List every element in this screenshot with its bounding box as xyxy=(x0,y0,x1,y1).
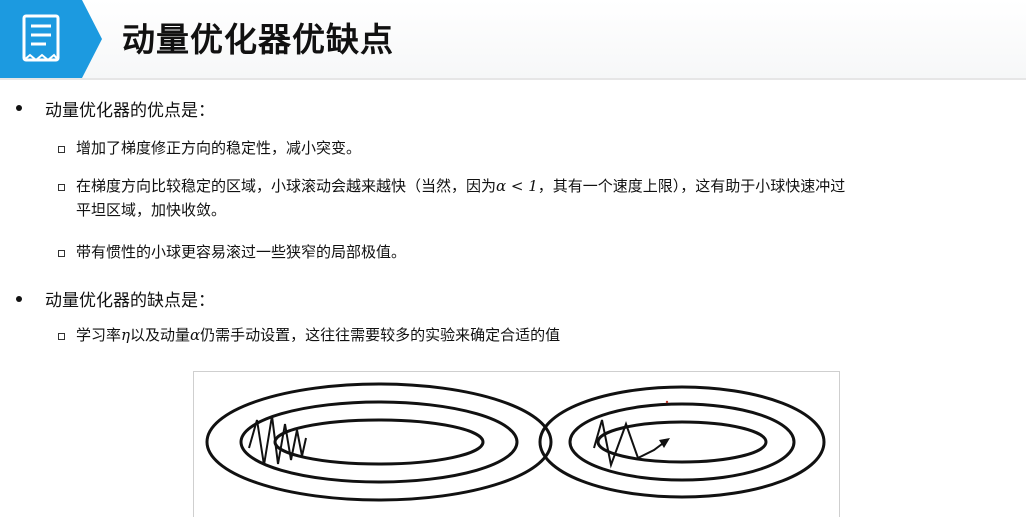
pros-item-1: 增加了梯度修正方向的稳定性，减小突变。 xyxy=(76,139,362,157)
cons-item-1-part3: 仍需手动设置，这往往需要较多的实验来确定合适的值 xyxy=(200,326,561,344)
document-list-icon xyxy=(0,0,102,78)
bullet-dot xyxy=(16,105,22,111)
zigzag-path-left xyxy=(248,415,307,466)
contour-diagram xyxy=(205,382,826,502)
square-bullet xyxy=(58,146,65,153)
pros-item-2-text-b: ，其有一个速度上限），这有助于小球快速冲过 xyxy=(537,177,846,195)
contour-ellipses-right xyxy=(538,385,826,499)
pros-item-2-text-a: 在梯度方向比较稳定的区域，小球滚动会越来越快（当然，因为 xyxy=(76,177,497,195)
pros-item-2-line2: 平坦区域，加快收敛。 xyxy=(76,201,227,219)
bullet-dot xyxy=(16,296,22,302)
arrow-head-icon xyxy=(659,438,670,448)
square-bullet xyxy=(58,250,65,257)
square-bullet xyxy=(58,333,65,340)
pros-heading: 动量优化器的优点是： xyxy=(45,101,215,121)
square-bullet xyxy=(58,184,65,191)
cons-item-1-math1: η xyxy=(121,326,131,344)
page-title: 动量优化器优缺点 xyxy=(122,20,394,59)
cons-item-1-math2: α xyxy=(190,326,201,344)
pros-item-2-math: α < 1 xyxy=(496,177,538,195)
pros-item-2: 在梯度方向比较稳定的区域，小球滚动会越来越快（当然，因为α < 1，其有一个速度… xyxy=(76,174,1006,222)
pros-item-3: 带有惯性的小球更容易滚过一些狭窄的局部极值。 xyxy=(76,243,407,261)
cons-item-1-part2: 以及动量 xyxy=(130,326,191,344)
slide-header: 动量优化器优缺点 xyxy=(0,0,1026,80)
cons-heading: 动量优化器的缺点是： xyxy=(45,291,215,311)
momentum-figure xyxy=(193,371,840,517)
contour-ellipses-left xyxy=(205,382,553,502)
cons-item-1-part1: 学习率 xyxy=(76,326,122,344)
cons-item-1: 学习率η以及动量α仍需手动设置，这往往需要较多的实验来确定合适的值 xyxy=(76,323,1006,347)
